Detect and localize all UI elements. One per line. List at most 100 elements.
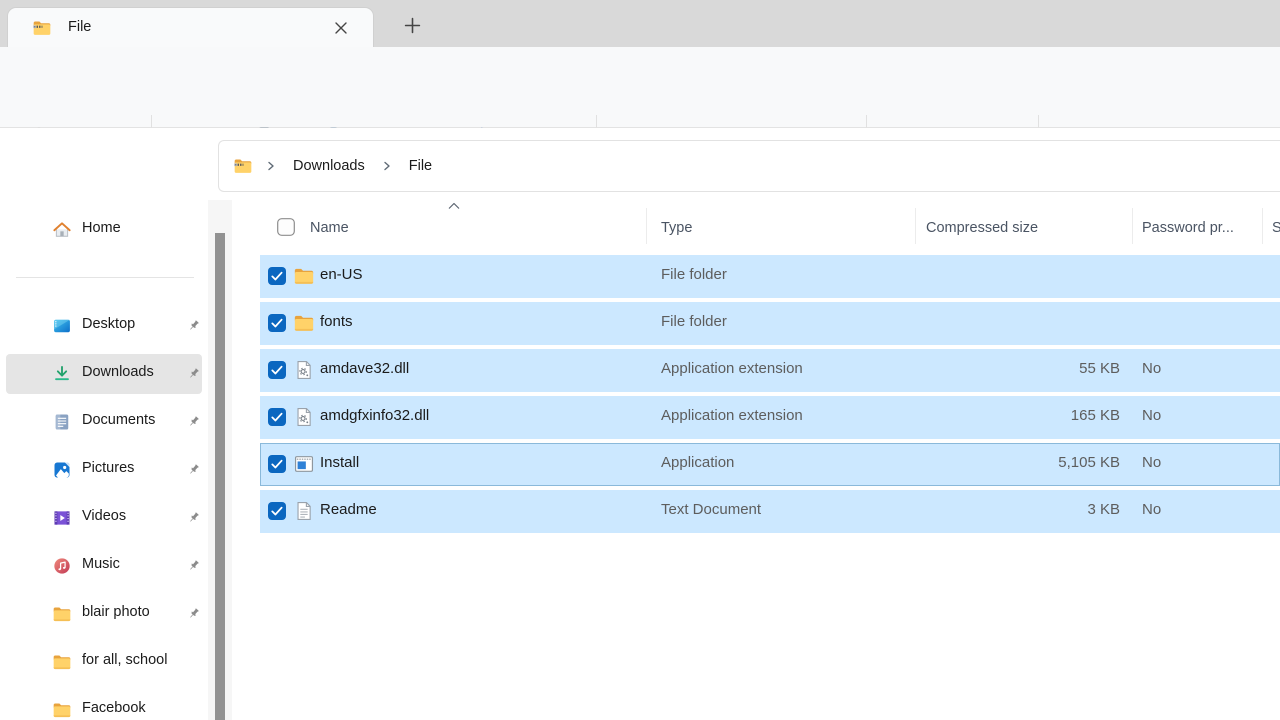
folder-icon — [52, 652, 72, 672]
file-compressed-size: 165 KB — [1071, 407, 1120, 424]
select-all-checkbox[interactable] — [277, 218, 295, 236]
sidebar-item-label: Music — [82, 556, 120, 572]
column-resize-handle[interactable] — [915, 208, 916, 244]
file-name[interactable]: en-US — [320, 266, 363, 283]
sidebar-scrollbar[interactable] — [208, 200, 232, 720]
desktop-icon — [52, 316, 72, 336]
file-name[interactable]: amdgfxinfo32.dll — [320, 407, 429, 424]
tab-title: File — [68, 19, 91, 35]
file-row[interactable]: amdgfxinfo32.dll Application extension 165… — [260, 396, 1280, 439]
file-password-protected: No — [1142, 454, 1161, 471]
sidebar-item-documents[interactable]: Documents — [6, 402, 202, 442]
row-checkbox[interactable] — [268, 455, 286, 473]
column-resize-handle[interactable] — [1132, 208, 1133, 244]
sidebar-item-pictures[interactable]: Pictures — [6, 450, 202, 490]
sidebar-item-label: blair photo — [82, 604, 150, 620]
pin-icon — [186, 606, 202, 622]
navigation-row: Downloads File — [0, 128, 1280, 200]
sidebar-item-home[interactable]: Home — [6, 210, 202, 250]
file-type: Application extension — [661, 360, 803, 377]
file-row[interactable]: fonts File folder — [260, 302, 1280, 345]
sidebar-scrollbar-thumb[interactable] — [215, 233, 225, 720]
sidebar-item-label: Pictures — [82, 460, 134, 476]
column-header-compressed-size[interactable]: Compressed size — [926, 217, 1038, 239]
txt-icon — [293, 500, 315, 522]
sidebar-item-downloads[interactable]: Downloads — [6, 354, 202, 394]
sort-ascending-icon — [446, 201, 462, 211]
file-name[interactable]: fonts — [320, 313, 353, 330]
file-type: Application — [661, 454, 734, 471]
sidebar-item-label: Downloads — [82, 364, 154, 380]
file-type: Text Document — [661, 501, 761, 518]
file-compressed-size: 3 KB — [1087, 501, 1120, 518]
sidebar-item-label: Home — [82, 220, 121, 236]
sidebar-item-label: Desktop — [82, 316, 135, 332]
file-type: File folder — [661, 313, 727, 330]
zip-folder-icon — [32, 18, 52, 38]
videos-icon — [52, 508, 72, 528]
music-icon — [52, 556, 72, 576]
column-header-type[interactable]: Type — [661, 217, 692, 239]
file-row[interactable]: Install Application 5,105 KB No — [260, 443, 1280, 486]
file-password-protected: No — [1142, 360, 1161, 377]
pin-icon — [186, 510, 202, 526]
row-checkbox[interactable] — [268, 408, 286, 426]
sidebar-item-blair-photo[interactable]: blair photo — [6, 594, 202, 634]
sidebar-item-music[interactable]: Music — [6, 546, 202, 586]
column-header-size[interactable]: S — [1272, 217, 1280, 239]
row-checkbox[interactable] — [268, 502, 286, 520]
file-compressed-size: 55 KB — [1079, 360, 1120, 377]
file-compressed-size: 5,105 KB — [1058, 454, 1120, 471]
folder-icon — [52, 604, 72, 624]
column-header-name[interactable]: Name — [310, 217, 349, 239]
documents-icon — [52, 412, 72, 432]
breadcrumb-file[interactable]: File — [405, 155, 436, 177]
app-icon — [293, 453, 315, 475]
breadcrumb-chevron-icon — [265, 160, 277, 172]
row-checkbox[interactable] — [268, 361, 286, 379]
zip-folder-icon — [233, 156, 253, 176]
pin-icon — [186, 414, 202, 430]
new-tab-button[interactable] — [396, 11, 428, 39]
home-icon — [52, 220, 72, 240]
breadcrumb-downloads[interactable]: Downloads — [289, 155, 369, 177]
sidebar-item-label: Facebook — [82, 700, 146, 716]
file-type: Application extension — [661, 407, 803, 424]
file-name[interactable]: amdave32.dll — [320, 360, 409, 377]
pin-icon — [186, 318, 202, 334]
folder-icon — [52, 700, 72, 720]
column-header-password-protected[interactable]: Password pr... — [1142, 217, 1234, 239]
sidebar-item-desktop[interactable]: Desktop — [6, 306, 202, 346]
tab-file[interactable]: File — [8, 8, 373, 47]
folder-icon — [293, 265, 315, 287]
pin-icon — [186, 558, 202, 574]
row-checkbox[interactable] — [268, 314, 286, 332]
file-password-protected: No — [1142, 407, 1161, 424]
row-checkbox[interactable] — [268, 267, 286, 285]
pictures-icon — [52, 460, 72, 480]
column-resize-handle[interactable] — [1262, 208, 1263, 244]
file-row[interactable]: en-USFile folder — [260, 255, 1280, 298]
address-bar[interactable]: Downloads File — [218, 140, 1280, 192]
file-row[interactable]: amdave32.dll Application extension 55 KB No — [260, 349, 1280, 392]
file-row[interactable]: ReadmeText Document3 KBNo — [260, 490, 1280, 533]
sidebar-item-for-all-school[interactable]: for all, school — [6, 642, 202, 682]
navigation-pane: Home Desktop Downloads Documents Pictures Vid… — [0, 200, 208, 720]
downloads-icon — [52, 364, 72, 384]
sidebar-item-label: Videos — [82, 508, 126, 524]
file-name[interactable]: Install — [320, 454, 359, 471]
sidebar-item-videos[interactable]: Videos — [6, 498, 202, 538]
sidebar-item-label: for all, school — [82, 652, 167, 668]
sidebar-item-facebook[interactable]: Facebook — [6, 690, 202, 720]
breadcrumb-chevron-icon — [381, 160, 393, 172]
column-resize-handle[interactable] — [646, 208, 647, 244]
tab-close-icon[interactable] — [327, 14, 355, 42]
pin-icon — [186, 462, 202, 478]
folder-icon — [293, 312, 315, 334]
file-name[interactable]: Readme — [320, 501, 377, 518]
command-toolbar: New — [0, 47, 1280, 128]
pin-icon — [186, 366, 202, 382]
dll-icon — [293, 359, 315, 381]
dll-icon — [293, 406, 315, 428]
file-list-pane: Name Type Compressed size Password pr...… — [232, 200, 1280, 720]
